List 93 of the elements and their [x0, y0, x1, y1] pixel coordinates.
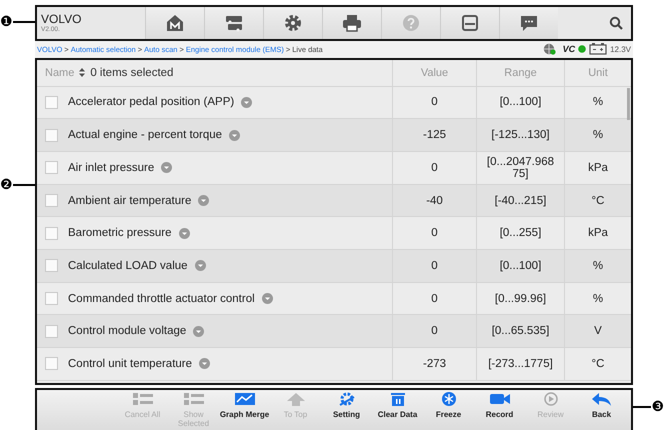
vehicle-title: VOLVO — [41, 12, 82, 26]
table-cell: °C — [592, 194, 604, 207]
parameter-name: Commanded throttle actuator control — [68, 292, 255, 305]
toolbar-button[interactable] — [322, 7, 381, 39]
dropdown-icon[interactable] — [262, 293, 273, 304]
table-cell: 0 — [431, 96, 438, 108]
toolbar-button[interactable] — [204, 7, 263, 39]
search-icon — [609, 16, 623, 30]
table-cell: 0 — [431, 292, 438, 305]
list-icon — [132, 392, 154, 408]
table-cell: °C — [592, 358, 604, 370]
table-cell: % — [592, 260, 604, 272]
dropdown-icon[interactable] — [161, 162, 172, 174]
column-header: Range — [504, 66, 537, 79]
chart-icon — [234, 392, 256, 408]
toolbar-button[interactable] — [263, 7, 322, 39]
table-cell-text: [-125...130] — [490, 129, 551, 142]
dropdown-icon[interactable] — [241, 96, 252, 108]
column-header: Value — [420, 66, 448, 79]
checkbox[interactable] — [45, 324, 58, 338]
table-cell: 0 — [431, 325, 438, 338]
parameter-name: Control unit temperature — [68, 358, 192, 370]
selection-count: 0 items selected — [90, 66, 174, 79]
checkbox[interactable] — [45, 259, 58, 272]
voltage-reading: 12.3V — [610, 44, 631, 54]
table-cell-text: [0...65.535] — [490, 325, 550, 338]
parameter-name: Actual engine - percent torque — [68, 129, 222, 142]
checkbox[interactable] — [45, 292, 58, 306]
dropdown-icon[interactable] — [193, 326, 204, 337]
checklist-icon — [182, 392, 204, 408]
dropdown-icon[interactable] — [229, 130, 240, 141]
column-header[interactable]: Name — [45, 66, 74, 79]
dropdown-icon[interactable] — [178, 228, 190, 239]
toolbar-button[interactable]: Clear Data — [372, 390, 423, 430]
table-cell-text: [0...2047.96875] — [486, 156, 556, 180]
help-icon — [401, 12, 421, 33]
settings-icon — [283, 12, 303, 33]
table-cell: -40 — [426, 194, 443, 207]
dropdown-icon[interactable] — [199, 358, 210, 370]
sort-icon[interactable] — [79, 68, 86, 78]
table-cell-text: [0...255] — [498, 227, 542, 240]
table-cell: 0 — [431, 162, 438, 174]
table-cell: % — [592, 129, 604, 142]
toolbar-button[interactable]: Graph Merge — [219, 390, 270, 430]
table-cell-text: [0...100] — [498, 96, 542, 108]
back-arrow-icon — [590, 392, 612, 408]
table-cell: 0 — [431, 227, 438, 240]
table-cell: % — [592, 292, 604, 305]
table-cell-text: [0...99.96] — [494, 292, 548, 305]
parameter-name: Control module voltage — [68, 325, 186, 338]
battery-icon — [589, 43, 608, 56]
toolbar-button[interactable]: Back — [576, 390, 627, 430]
checkbox[interactable] — [45, 128, 58, 142]
toolbar-button[interactable] — [499, 7, 558, 39]
dropdown-icon[interactable] — [198, 195, 210, 206]
toolbar-button[interactable]: Record — [474, 390, 525, 430]
parameter-name: Calculated LOAD value — [68, 260, 188, 272]
save-icon — [460, 12, 480, 33]
checkbox[interactable] — [45, 96, 58, 109]
parameter-name: Barometric pressure — [68, 227, 172, 240]
table-cell: % — [592, 96, 604, 108]
house-icon — [165, 12, 185, 33]
callout-number: ❸ — [651, 399, 664, 415]
parameter-name: Accelerator pedal position (APP) — [68, 96, 234, 108]
toolbar-button[interactable]: Freeze — [423, 390, 474, 430]
callout-number: ❶ — [0, 14, 13, 30]
checkbox[interactable] — [45, 161, 58, 174]
table-cell-text: [0...100] — [498, 260, 542, 272]
callout-number: ❷ — [0, 177, 13, 193]
vci-label: VC — [562, 44, 576, 54]
table-cell: V — [594, 325, 602, 338]
checkbox[interactable] — [45, 194, 58, 208]
table-cell: 0 — [431, 260, 438, 272]
toolbar-button[interactable]: Setting — [321, 390, 372, 430]
table-cell: kPa — [588, 162, 608, 174]
table-cell: -273 — [422, 358, 446, 370]
toolbar-button[interactable] — [440, 7, 499, 39]
parameter-name: Ambient air temperature — [68, 194, 192, 207]
dropdown-icon[interactable] — [194, 260, 206, 272]
globe-icon — [542, 43, 556, 56]
table-cell-text: [-40...215] — [494, 194, 548, 207]
table-cell: -125 — [422, 129, 446, 142]
column-header: Unit — [588, 66, 608, 79]
toolbar-button[interactable] — [145, 7, 204, 39]
parameter-name: Air inlet pressure — [68, 162, 154, 174]
checkbox[interactable] — [45, 357, 58, 370]
scrollbar[interactable] — [627, 88, 630, 120]
connected-icon — [578, 45, 586, 54]
printer-icon — [342, 12, 362, 33]
up-arrow-icon — [284, 392, 306, 408]
checkbox[interactable] — [45, 226, 58, 240]
table-cell: kPa — [588, 227, 608, 240]
table-cell-text: [-273...1775] — [487, 358, 554, 370]
